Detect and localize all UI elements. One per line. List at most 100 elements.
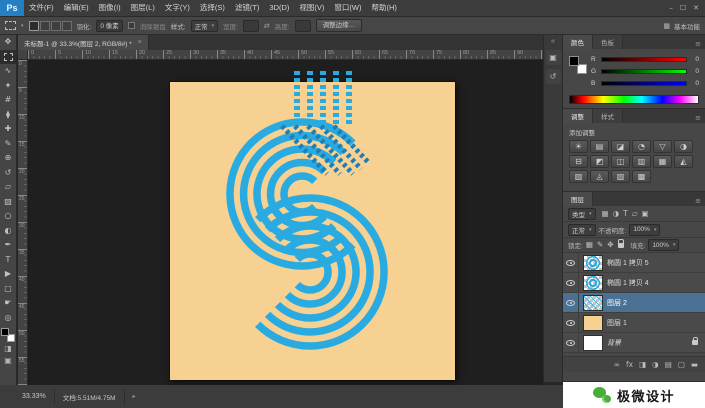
screen-mode-icon[interactable]: ▣ (4, 356, 12, 366)
pen-tool[interactable]: ✒ (0, 238, 16, 253)
lock-position-icon[interactable]: ✥ (607, 241, 613, 249)
channel-mixer-icon[interactable]: ▥ (632, 155, 651, 168)
layers-panel-menu-icon[interactable]: ≡ (691, 197, 705, 206)
tab-layers[interactable]: 图层 (563, 192, 593, 206)
curves-icon[interactable]: ◪ (611, 140, 630, 153)
eyedropper-tool[interactable]: ⧫ (0, 108, 16, 123)
foreground-color-swatch[interactable] (1, 328, 9, 336)
new-selection-button[interactable] (28, 20, 39, 31)
eraser-tool[interactable]: ▱ (0, 180, 16, 195)
layer-row[interactable]: 图层 1 (563, 313, 705, 333)
canvas-area[interactable] (28, 60, 543, 385)
path-selection-tool[interactable]: ▶ (0, 267, 16, 282)
style-select[interactable]: 正常 (190, 19, 219, 32)
artboard[interactable] (170, 71, 455, 380)
filter-smart-objects-icon[interactable]: ▣ (642, 210, 649, 218)
expand-panels-icon[interactable]: « (551, 35, 555, 50)
menu-type[interactable]: 文字(Y) (160, 0, 195, 16)
adjustments-panel-menu-icon[interactable]: ≡ (691, 114, 705, 123)
menu-3d[interactable]: 3D(D) (264, 0, 294, 16)
visibility-toggle[interactable] (563, 253, 579, 272)
swap-dimensions-icon[interactable]: ⇄ (264, 22, 270, 30)
tool-preset-icon[interactable] (5, 21, 16, 30)
layer-style-icon[interactable]: fx (626, 361, 633, 369)
tab-adjustments[interactable]: 调整 (563, 109, 593, 123)
tab-close-icon[interactable]: × (138, 39, 142, 46)
color-lookup-icon[interactable]: ▦ (653, 155, 672, 168)
channel-slider[interactable] (601, 68, 687, 74)
close-button[interactable]: ✕ (693, 4, 699, 12)
shape-tool[interactable]: ▢ (0, 282, 16, 297)
clone-stamp-tool[interactable]: ⊕ (0, 151, 16, 166)
levels-icon[interactable]: ▤ (590, 140, 609, 153)
invert-icon[interactable]: ◭ (674, 155, 693, 168)
layer-row[interactable]: 椭圆 1 拷贝 5 (563, 253, 705, 273)
new-layer-icon[interactable]: ▢ (678, 361, 685, 369)
quick-mask-mode-icon[interactable]: ◨ (4, 344, 12, 354)
lock-all-icon[interactable] (617, 239, 624, 248)
type-tool[interactable]: T (0, 253, 16, 268)
menu-layer[interactable]: 图层(L) (126, 0, 160, 16)
tab-swatches[interactable]: 色板 (593, 35, 623, 49)
lasso-tool[interactable]: ∿ (0, 64, 16, 79)
panel-foreground-swatch[interactable] (569, 56, 579, 66)
delete-layer-icon[interactable]: ▬ (691, 361, 698, 369)
tab-color[interactable]: 颜色 (563, 35, 593, 49)
color-balance-icon[interactable]: ⊟ (569, 155, 588, 168)
menu-window[interactable]: 窗口(W) (329, 0, 366, 16)
properties-panel-icon[interactable]: ▣ (545, 50, 561, 65)
minimize-button[interactable]: – (669, 4, 673, 12)
color-panel-menu-icon[interactable]: ≡ (691, 40, 705, 49)
move-tool[interactable]: ✥ (0, 35, 16, 50)
hue-saturation-icon[interactable]: ◑ (674, 140, 693, 153)
visibility-toggle[interactable] (563, 313, 579, 332)
gradient-map-icon[interactable]: ▧ (611, 170, 630, 183)
filter-pixel-layers-icon[interactable]: ▦ (602, 210, 609, 218)
menu-select[interactable]: 选择(S) (195, 0, 230, 16)
fill-field[interactable]: 100% (648, 239, 680, 251)
lock-transparent-pixels-icon[interactable]: ▦ (586, 241, 593, 249)
dodge-tool[interactable]: ◐ (0, 224, 16, 239)
width-input[interactable] (242, 19, 259, 32)
posterize-icon[interactable]: ▨ (569, 170, 588, 183)
workspace-switcher[interactable]: ▦ 基本功能 (663, 21, 700, 31)
anti-alias-checkbox[interactable] (127, 22, 135, 29)
lock-image-pixels-icon[interactable]: ✎ (597, 241, 603, 249)
status-menu-arrow-icon[interactable]: ▸ (133, 393, 136, 400)
menu-edit[interactable]: 编辑(E) (59, 0, 94, 16)
document-tab[interactable]: 未标题-1 @ 33.3%(图层 2, RGB/8#) * × (18, 35, 149, 50)
filter-shape-layers-icon[interactable]: ▱ (632, 210, 638, 218)
menu-view[interactable]: 视图(V) (294, 0, 329, 16)
add-to-selection-button[interactable] (39, 20, 50, 31)
menu-image[interactable]: 图像(I) (94, 0, 126, 16)
history-panel-icon[interactable]: ↺ (545, 69, 561, 84)
zoom-level-field[interactable]: 33.33% (22, 393, 46, 400)
exposure-icon[interactable]: ◔ (632, 140, 651, 153)
history-brush-tool[interactable]: ↺ (0, 166, 16, 181)
vibrance-icon[interactable]: ▽ (653, 140, 672, 153)
hand-tool[interactable]: ☛ (0, 296, 16, 311)
tab-styles[interactable]: 样式 (593, 109, 623, 123)
selective-color-icon[interactable]: ▩ (632, 170, 651, 183)
brightness-contrast-icon[interactable]: ☀ (569, 140, 588, 153)
color-swatch-widget[interactable] (1, 328, 15, 342)
new-adjustment-layer-icon[interactable]: ◑ (652, 361, 659, 369)
quick-selection-tool[interactable]: ✦ (0, 79, 16, 94)
layer-row[interactable]: 椭圆 1 拷贝 4 (563, 273, 705, 293)
feather-input[interactable]: 0 像素 (96, 19, 123, 32)
channel-slider[interactable] (601, 56, 687, 62)
layer-row[interactable]: 图层 2 (563, 293, 705, 313)
crop-tool[interactable]: # (0, 93, 16, 108)
visibility-toggle[interactable] (563, 293, 579, 312)
zoom-tool[interactable]: ◎ (0, 311, 16, 326)
layer-filter-select[interactable]: 类型 (568, 207, 596, 220)
menu-filter[interactable]: 滤镜(T) (230, 0, 265, 16)
color-spectrum-ramp[interactable] (569, 95, 699, 104)
maximize-button[interactable]: ☐ (680, 4, 686, 12)
opacity-field[interactable]: 100% (629, 223, 661, 236)
channel-slider[interactable] (601, 80, 687, 86)
subtract-from-selection-button[interactable] (50, 20, 61, 31)
filter-adjustment-layers-icon[interactable]: ◑ (613, 210, 620, 218)
visibility-toggle[interactable] (563, 273, 579, 292)
link-layers-icon[interactable]: ∞ (614, 361, 620, 369)
